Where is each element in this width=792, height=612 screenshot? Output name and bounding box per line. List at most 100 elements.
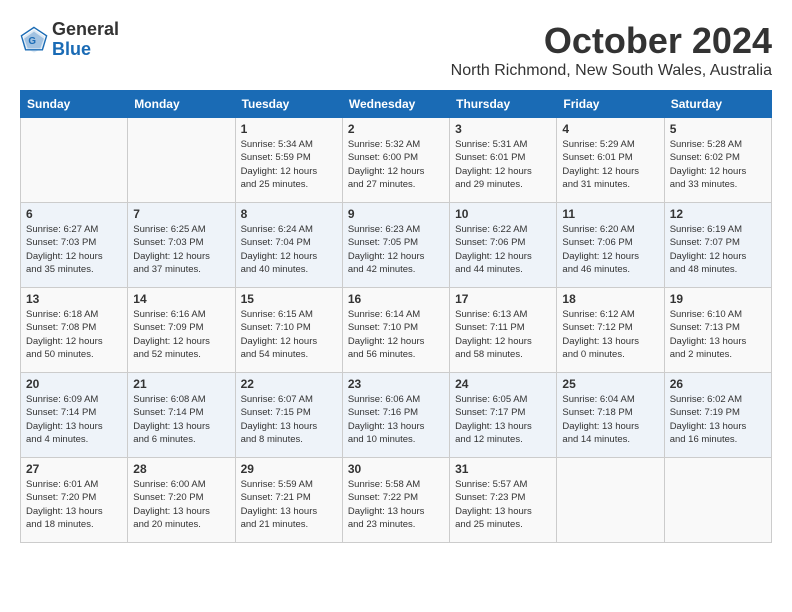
calendar-cell: 15Sunrise: 6:15 AMSunset: 7:10 PMDayligh…	[235, 288, 342, 373]
cell-info-line: Sunrise: 6:08 AM	[133, 393, 229, 406]
cell-info-line: Daylight: 12 hours	[241, 250, 337, 263]
header-cell-monday: Monday	[128, 91, 235, 118]
day-number: 1	[241, 122, 337, 136]
calendar-cell: 3Sunrise: 5:31 AMSunset: 6:01 PMDaylight…	[450, 118, 557, 203]
cell-info-line: Sunrise: 6:22 AM	[455, 223, 551, 236]
calendar-cell	[21, 118, 128, 203]
cell-info-line: Daylight: 13 hours	[562, 335, 658, 348]
cell-info-line: Daylight: 13 hours	[455, 505, 551, 518]
cell-info-line: Sunrise: 6:05 AM	[455, 393, 551, 406]
cell-info-line: and 0 minutes.	[562, 348, 658, 361]
cell-info-line: Daylight: 13 hours	[670, 420, 766, 433]
cell-info-line: Daylight: 12 hours	[455, 165, 551, 178]
calendar-cell: 8Sunrise: 6:24 AMSunset: 7:04 PMDaylight…	[235, 203, 342, 288]
cell-info-line: Sunrise: 5:58 AM	[348, 478, 444, 491]
cell-info-line: Sunrise: 6:13 AM	[455, 308, 551, 321]
cell-info-line: Daylight: 13 hours	[348, 505, 444, 518]
day-number: 23	[348, 377, 444, 391]
cell-info-line: Daylight: 13 hours	[26, 420, 122, 433]
header-cell-sunday: Sunday	[21, 91, 128, 118]
cell-info-line: Sunrise: 6:09 AM	[26, 393, 122, 406]
cell-info-line: Sunrise: 6:16 AM	[133, 308, 229, 321]
cell-info-line: Daylight: 12 hours	[241, 335, 337, 348]
calendar-table: SundayMondayTuesdayWednesdayThursdayFrid…	[20, 90, 772, 543]
cell-info-line: Sunset: 7:06 PM	[562, 236, 658, 249]
cell-info-line: Sunrise: 5:32 AM	[348, 138, 444, 151]
day-number: 10	[455, 207, 551, 221]
week-row-5: 27Sunrise: 6:01 AMSunset: 7:20 PMDayligh…	[21, 458, 772, 543]
header-cell-wednesday: Wednesday	[342, 91, 449, 118]
day-number: 21	[133, 377, 229, 391]
cell-info-line: and 40 minutes.	[241, 263, 337, 276]
cell-info-line: and 20 minutes.	[133, 518, 229, 531]
cell-info-line: Sunset: 6:00 PM	[348, 151, 444, 164]
cell-info-line: and 29 minutes.	[455, 178, 551, 191]
cell-info-line: and 48 minutes.	[670, 263, 766, 276]
calendar-cell: 12Sunrise: 6:19 AMSunset: 7:07 PMDayligh…	[664, 203, 771, 288]
cell-info-line: Sunrise: 6:15 AM	[241, 308, 337, 321]
cell-info-line: and 52 minutes.	[133, 348, 229, 361]
cell-info-line: and 37 minutes.	[133, 263, 229, 276]
calendar-cell: 21Sunrise: 6:08 AMSunset: 7:14 PMDayligh…	[128, 373, 235, 458]
calendar-cell: 29Sunrise: 5:59 AMSunset: 7:21 PMDayligh…	[235, 458, 342, 543]
cell-info-line: and 42 minutes.	[348, 263, 444, 276]
cell-info-line: Sunset: 7:03 PM	[26, 236, 122, 249]
cell-info-line: Sunset: 7:04 PM	[241, 236, 337, 249]
calendar-cell: 6Sunrise: 6:27 AMSunset: 7:03 PMDaylight…	[21, 203, 128, 288]
cell-info-line: and 16 minutes.	[670, 433, 766, 446]
cell-info-line: Sunset: 7:18 PM	[562, 406, 658, 419]
title-section: October 2024 North Richmond, New South W…	[451, 20, 772, 80]
calendar-cell: 1Sunrise: 5:34 AMSunset: 5:59 PMDaylight…	[235, 118, 342, 203]
cell-info-line: Sunrise: 6:06 AM	[348, 393, 444, 406]
cell-info-line: and 25 minutes.	[455, 518, 551, 531]
day-number: 11	[562, 207, 658, 221]
calendar-cell: 24Sunrise: 6:05 AMSunset: 7:17 PMDayligh…	[450, 373, 557, 458]
cell-info-line: Sunrise: 6:10 AM	[670, 308, 766, 321]
calendar-cell: 13Sunrise: 6:18 AMSunset: 7:08 PMDayligh…	[21, 288, 128, 373]
header-cell-tuesday: Tuesday	[235, 91, 342, 118]
day-number: 29	[241, 462, 337, 476]
cell-info-line: Daylight: 12 hours	[348, 250, 444, 263]
cell-info-line: Sunset: 6:01 PM	[562, 151, 658, 164]
cell-info-line: Sunset: 7:05 PM	[348, 236, 444, 249]
cell-info-line: and 8 minutes.	[241, 433, 337, 446]
cell-info-line: Sunrise: 6:27 AM	[26, 223, 122, 236]
day-number: 30	[348, 462, 444, 476]
cell-info-line: Sunset: 7:19 PM	[670, 406, 766, 419]
cell-info-line: Sunrise: 6:00 AM	[133, 478, 229, 491]
calendar-cell: 23Sunrise: 6:06 AMSunset: 7:16 PMDayligh…	[342, 373, 449, 458]
day-number: 18	[562, 292, 658, 306]
day-number: 20	[26, 377, 122, 391]
cell-info-line: and 21 minutes.	[241, 518, 337, 531]
cell-info-line: Daylight: 12 hours	[241, 165, 337, 178]
cell-info-line: and 6 minutes.	[133, 433, 229, 446]
cell-info-line: Sunset: 7:15 PM	[241, 406, 337, 419]
cell-info-line: and 50 minutes.	[26, 348, 122, 361]
cell-info-line: Sunset: 7:16 PM	[348, 406, 444, 419]
calendar-cell: 22Sunrise: 6:07 AMSunset: 7:15 PMDayligh…	[235, 373, 342, 458]
day-number: 5	[670, 122, 766, 136]
page-header: G General Blue October 2024 North Richmo…	[20, 20, 772, 80]
cell-info-line: Daylight: 12 hours	[455, 250, 551, 263]
cell-info-line: Sunrise: 6:20 AM	[562, 223, 658, 236]
cell-info-line: Sunrise: 6:24 AM	[241, 223, 337, 236]
logo: G General Blue	[20, 20, 119, 60]
cell-info-line: Sunset: 7:21 PM	[241, 491, 337, 504]
calendar-cell: 20Sunrise: 6:09 AMSunset: 7:14 PMDayligh…	[21, 373, 128, 458]
cell-info-line: and 4 minutes.	[26, 433, 122, 446]
calendar-cell: 27Sunrise: 6:01 AMSunset: 7:20 PMDayligh…	[21, 458, 128, 543]
cell-info-line: Daylight: 12 hours	[26, 250, 122, 263]
header-row: SundayMondayTuesdayWednesdayThursdayFrid…	[21, 91, 772, 118]
cell-info-line: Sunrise: 6:23 AM	[348, 223, 444, 236]
week-row-4: 20Sunrise: 6:09 AMSunset: 7:14 PMDayligh…	[21, 373, 772, 458]
cell-info-line: Sunset: 7:10 PM	[241, 321, 337, 334]
day-number: 31	[455, 462, 551, 476]
week-row-2: 6Sunrise: 6:27 AMSunset: 7:03 PMDaylight…	[21, 203, 772, 288]
cell-info-line: Sunset: 7:13 PM	[670, 321, 766, 334]
cell-info-line: and 27 minutes.	[348, 178, 444, 191]
calendar-cell: 9Sunrise: 6:23 AMSunset: 7:05 PMDaylight…	[342, 203, 449, 288]
cell-info-line: Sunrise: 6:07 AM	[241, 393, 337, 406]
day-number: 25	[562, 377, 658, 391]
cell-info-line: and 23 minutes.	[348, 518, 444, 531]
calendar-cell: 28Sunrise: 6:00 AMSunset: 7:20 PMDayligh…	[128, 458, 235, 543]
